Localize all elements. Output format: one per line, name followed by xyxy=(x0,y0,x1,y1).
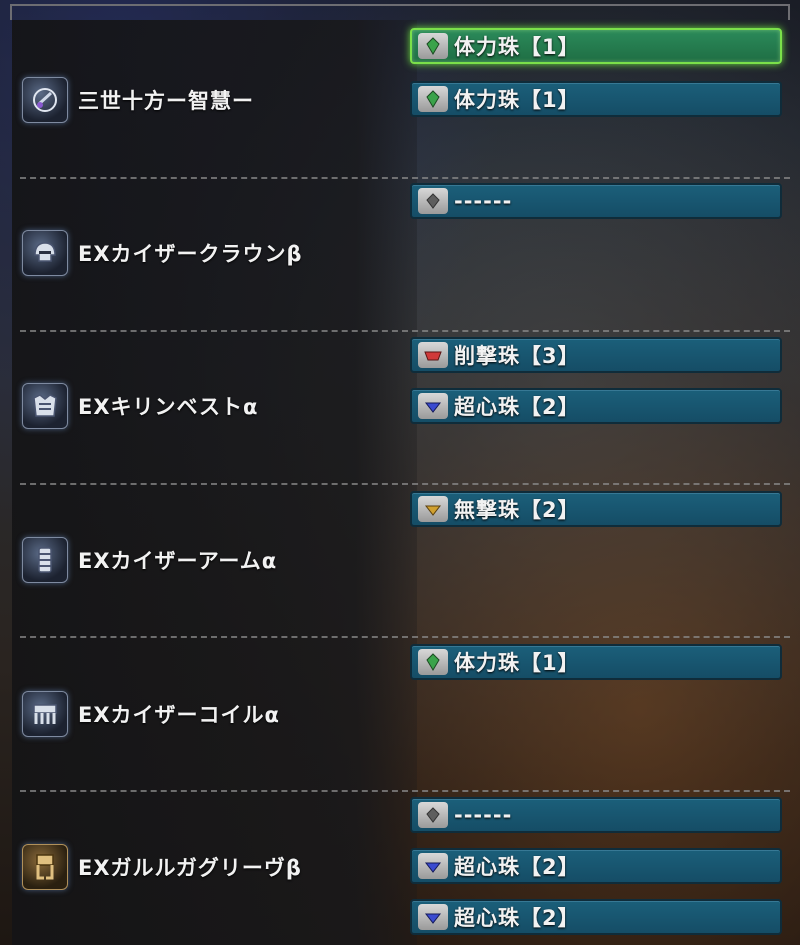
gem-red-icon xyxy=(418,342,448,368)
decoration-slot[interactable]: ------ xyxy=(410,183,782,219)
gem-green-icon xyxy=(418,33,448,59)
armor-row-chest[interactable]: EXキリンベストα xyxy=(22,382,258,430)
slot-label: 超心珠【2】 xyxy=(454,395,580,419)
arm-armor-icon xyxy=(22,537,68,583)
row-divider xyxy=(20,790,790,792)
decoration-slot[interactable]: 体力珠【1】 xyxy=(410,81,782,117)
armor-row-helm[interactable]: EXカイザークラウンβ xyxy=(22,229,303,277)
gem-green-icon xyxy=(418,86,448,112)
armor-name: EXカイザークラウンβ xyxy=(78,242,303,266)
armor-row-talisman[interactable]: 三世十方ー智慧ー xyxy=(22,76,254,124)
decoration-slot[interactable]: 体力珠【1】 xyxy=(410,644,782,680)
slot-label: 超心珠【2】 xyxy=(454,855,580,879)
slot-label: 体力珠【1】 xyxy=(454,88,580,112)
row-divider xyxy=(20,636,790,638)
armor-name: EXガルルガグリーヴβ xyxy=(78,856,302,880)
decoration-slot[interactable]: 体力珠【1】 xyxy=(410,28,782,64)
slot-label: 体力珠【1】 xyxy=(454,35,580,59)
decoration-slot[interactable]: 削撃珠【3】 xyxy=(410,337,782,373)
decoration-slot[interactable]: 超心珠【2】 xyxy=(410,899,782,935)
talisman-icon xyxy=(22,77,68,123)
empty-slot-icon xyxy=(418,802,448,828)
slot-label: ------ xyxy=(454,189,513,213)
row-divider xyxy=(20,177,790,179)
armor-name: 三世十方ー智慧ー xyxy=(78,89,254,113)
row-divider xyxy=(20,483,790,485)
armor-name: EXキリンベストα xyxy=(78,395,259,419)
decoration-slot[interactable]: ------ xyxy=(410,797,782,833)
gem-green-icon xyxy=(418,649,448,675)
slot-label: 超心珠【2】 xyxy=(454,906,580,930)
decoration-slot[interactable]: 超心珠【2】 xyxy=(410,848,782,884)
slot-label: 体力珠【1】 xyxy=(454,651,580,675)
window-frame xyxy=(10,4,790,20)
armor-row-waist[interactable]: EXカイザーコイルα xyxy=(22,690,280,738)
slot-label: 無撃珠【2】 xyxy=(454,498,580,522)
armor-name: EXカイザーアームα xyxy=(78,549,278,573)
slot-label: ------ xyxy=(454,803,513,827)
leg-armor-icon xyxy=(22,844,68,890)
slot-label: 削撃珠【3】 xyxy=(454,344,580,368)
armor-row-legs[interactable]: EXガルルガグリーヴβ xyxy=(22,843,302,891)
decoration-slot[interactable]: 超心珠【2】 xyxy=(410,388,782,424)
armor-row-arms[interactable]: EXカイザーアームα xyxy=(22,536,277,584)
gem-blue-icon xyxy=(418,853,448,879)
armor-name: EXカイザーコイルα xyxy=(78,703,280,727)
helm-icon xyxy=(22,230,68,276)
gem-blue-icon xyxy=(418,904,448,930)
row-divider xyxy=(20,330,790,332)
decoration-slot[interactable]: 無撃珠【2】 xyxy=(410,491,782,527)
waist-armor-icon xyxy=(22,691,68,737)
gem-blue-icon xyxy=(418,393,448,419)
chest-armor-icon xyxy=(22,383,68,429)
gem-yellow-icon xyxy=(418,496,448,522)
empty-slot-icon xyxy=(418,188,448,214)
